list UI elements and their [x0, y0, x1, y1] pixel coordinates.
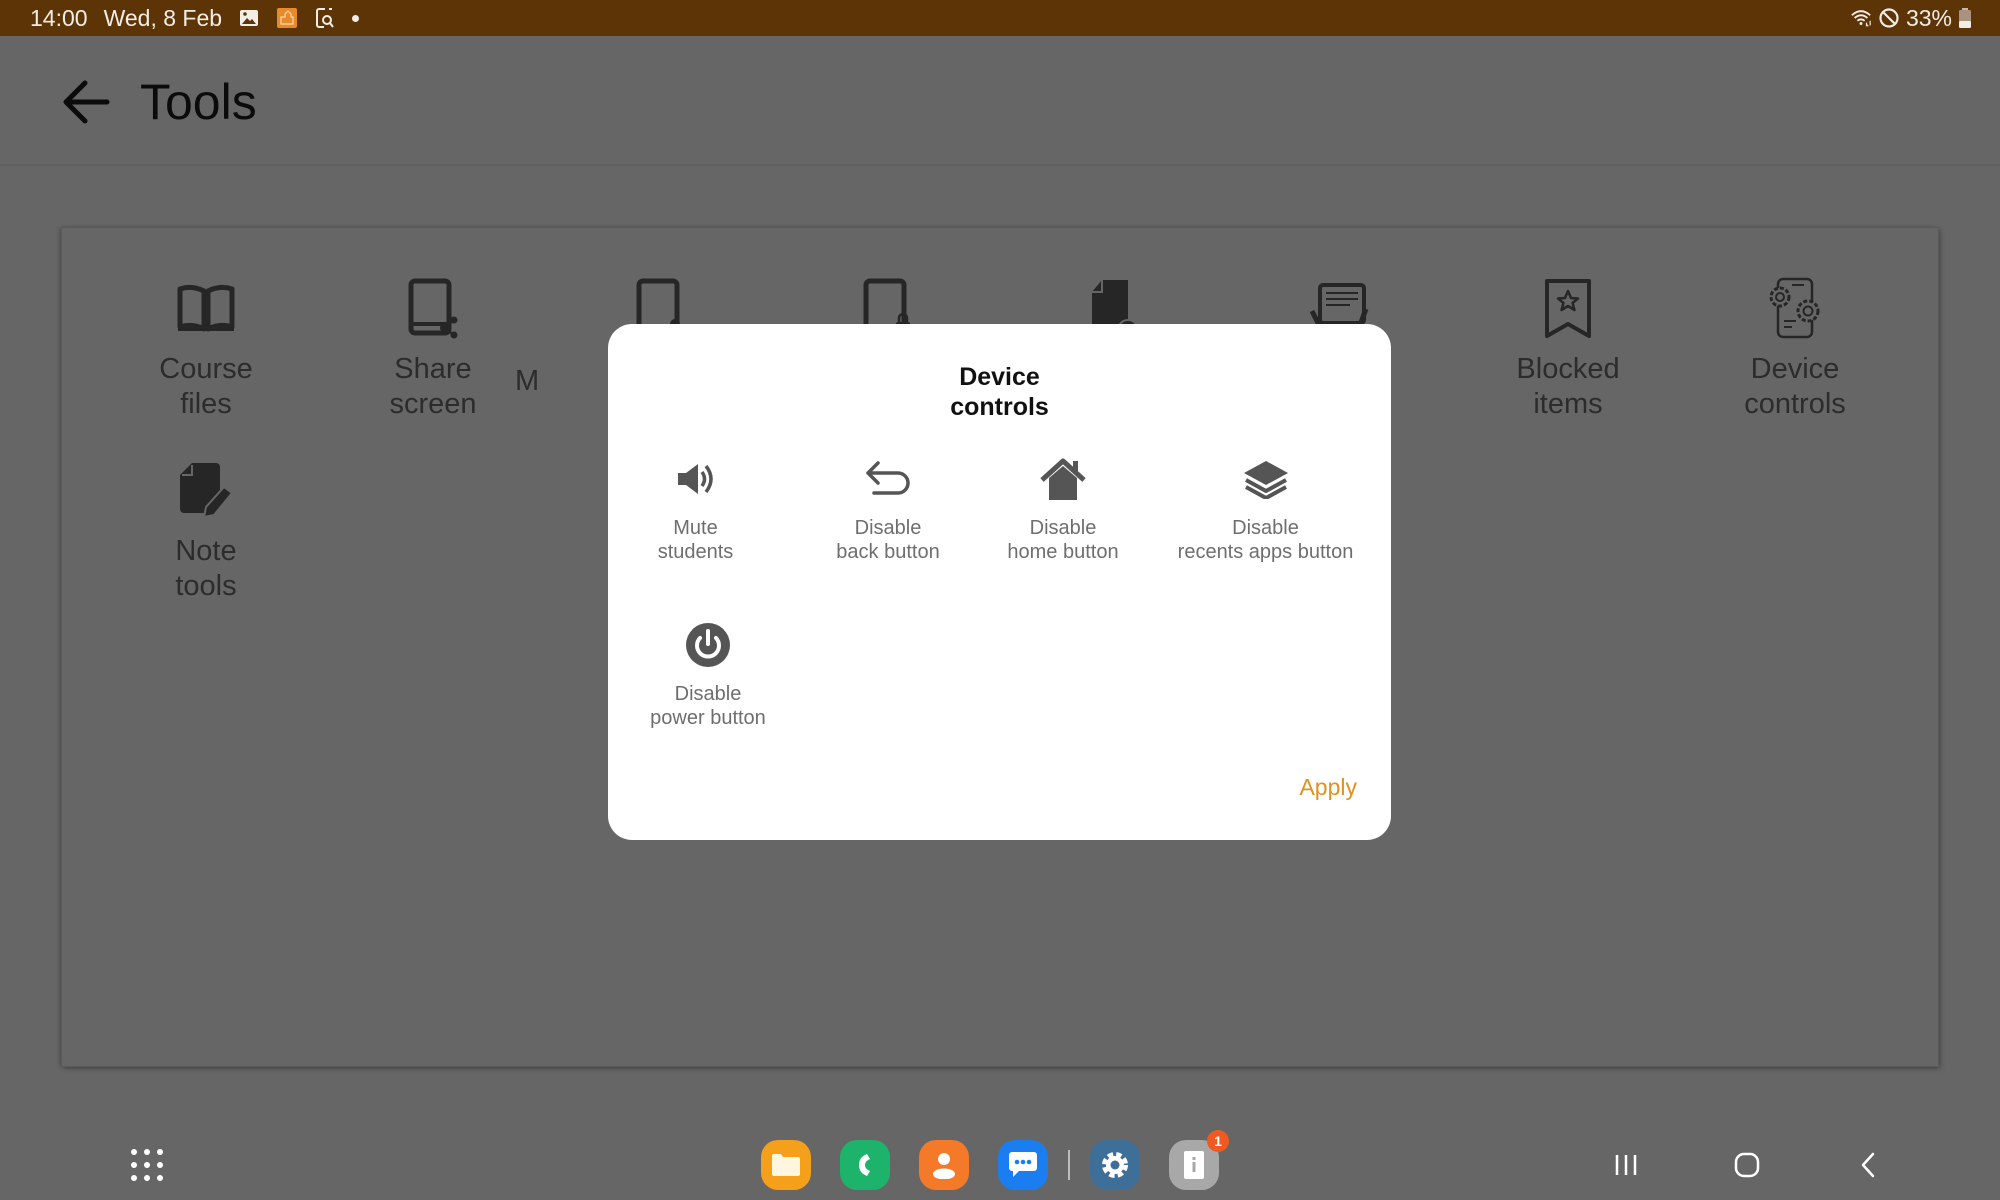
tool-course-files[interactable]: Course files: [106, 274, 306, 422]
dock-app-contacts[interactable]: [919, 1140, 969, 1190]
dialog-title: Device controls: [950, 363, 1049, 421]
note-pencil-icon: [171, 456, 241, 526]
bookmark-star-icon: [1533, 274, 1603, 344]
tool-share-screen[interactable]: Share screen: [333, 274, 533, 422]
chat-icon: [1009, 1152, 1037, 1177]
back-button[interactable]: [58, 74, 114, 130]
tablet-share-icon: [398, 274, 468, 344]
back-chevron-icon: [1861, 1152, 1875, 1178]
clock: 14:00: [30, 4, 88, 31]
power-icon: [633, 620, 783, 670]
wifi-icon: [1850, 7, 1872, 29]
phone-icon: [859, 1154, 870, 1176]
control-label: Disable back button: [836, 517, 940, 563]
recents-button[interactable]: [1606, 1145, 1646, 1185]
status-bar: 14:00 Wed, 8 Feb 33%: [0, 0, 2000, 36]
phone-gears-icon: [1760, 274, 1830, 344]
home-circle-icon: [1734, 1152, 1760, 1178]
battery-icon: [1958, 7, 1972, 29]
control-label: Mute students: [657, 517, 734, 563]
battery-percentage: 33%: [1905, 4, 1952, 31]
dock-app-my-files[interactable]: [761, 1140, 811, 1190]
date: Wed, 8 Feb: [103, 4, 223, 31]
nav-back-button[interactable]: [1848, 1145, 1888, 1185]
do-not-disturb-icon: [1878, 7, 1900, 29]
speaker-icon: [633, 454, 758, 504]
control-disable-home[interactable]: Disable home button: [983, 454, 1143, 564]
recents-icon: [1615, 1155, 1637, 1175]
folder-icon: [772, 1154, 800, 1176]
control-mute-students[interactable]: Mute students: [633, 454, 758, 564]
dock-app-messages[interactable]: [998, 1140, 1048, 1190]
apps-grid-icon[interactable]: [130, 1148, 164, 1182]
open-book-icon: [171, 274, 241, 344]
home-button[interactable]: [1727, 1145, 1767, 1185]
page-title: Tools: [140, 74, 257, 130]
layers-icon: [1163, 454, 1368, 504]
home-icon: [983, 454, 1143, 504]
dock-app-settings[interactable]: [1090, 1140, 1140, 1190]
dock-app-classroom-info[interactable]: 1: [1169, 1130, 1229, 1190]
notification-badge: 1: [1207, 1130, 1229, 1152]
tool-label: Share screen: [389, 353, 477, 420]
gear-icon: [1102, 1152, 1128, 1178]
apply-button[interactable]: Apply: [1299, 774, 1357, 801]
classroom-app-icon: [276, 7, 298, 29]
tool-device-controls[interactable]: Device controls: [1695, 274, 1895, 422]
arrow-left-icon: [63, 80, 110, 124]
gallery-icon: [238, 7, 260, 29]
back-arrow-icon: [808, 454, 968, 504]
dock-separator: [1068, 1150, 1070, 1180]
control-label: Disable power button: [650, 683, 766, 729]
taskbar: 1: [0, 1130, 2000, 1200]
more-dot-icon: [352, 14, 360, 22]
tool-label: Blocked items: [1516, 353, 1620, 420]
tool-label: Note tools: [175, 535, 237, 602]
screen-search-icon: [314, 7, 336, 29]
tool-label: Course files: [159, 353, 253, 420]
control-label: Disable recents apps button: [1177, 517, 1354, 563]
control-disable-back[interactable]: Disable back button: [808, 454, 968, 564]
control-disable-power[interactable]: Disable power button: [633, 620, 783, 730]
control-label: Disable home button: [1007, 517, 1119, 563]
dock-app-phone[interactable]: [840, 1140, 890, 1190]
tool-note-tools[interactable]: Note tools: [106, 456, 306, 604]
control-disable-recents[interactable]: Disable recents apps button: [1163, 454, 1368, 564]
tablet-info-icon: [1184, 1151, 1204, 1179]
person-icon: [933, 1153, 955, 1179]
app-bar: Tools: [0, 36, 2000, 166]
device-controls-dialog: Device controls Mute students Disable ba…: [608, 324, 1391, 840]
tool-blocked-items[interactable]: Blocked items: [1468, 274, 1668, 422]
tool-label: Device controls: [1744, 353, 1846, 420]
